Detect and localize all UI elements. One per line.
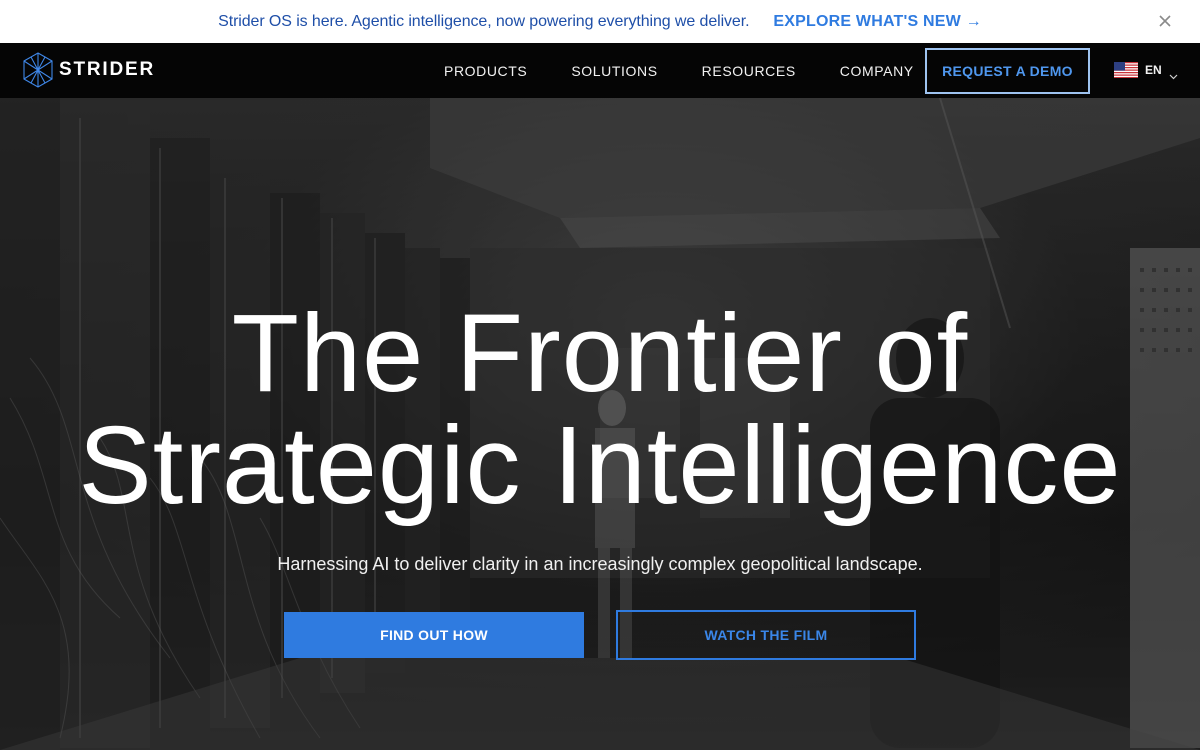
strider-logo[interactable]: STRIDER: [23, 52, 155, 88]
nav-links: PRODUCTS SOLUTIONS RESOURCES COMPANY: [444, 43, 958, 98]
headline-line-1: The Frontier of: [231, 292, 969, 415]
brand-name: STRIDER: [59, 59, 155, 80]
announcement-bar: Strider OS is here. Agentic intelligence…: [0, 0, 1200, 43]
hero-subheadline: Harnessing AI to deliver clarity in an i…: [277, 554, 923, 574]
hero-headline: The Frontier of Strategic Intelligence: [0, 298, 1200, 522]
nav-item-solutions[interactable]: SOLUTIONS: [571, 63, 657, 79]
chevron-down-icon: [1169, 67, 1178, 80]
hero-section: The Frontier of Strategic Intelligence H…: [0, 98, 1200, 750]
language-code: EN: [1145, 63, 1162, 77]
nav-item-products[interactable]: PRODUCTS: [444, 63, 527, 79]
close-icon[interactable]: [1156, 12, 1174, 30]
announcement-text: Strider OS is here. Agentic intelligence…: [218, 12, 750, 30]
main-navigation: STRIDER PRODUCTS SOLUTIONS RESOURCES COM…: [0, 43, 1200, 98]
strider-logo-icon: [23, 52, 53, 88]
language-selector[interactable]: EN: [1114, 62, 1178, 80]
find-out-how-button[interactable]: FIND OUT HOW: [284, 612, 584, 658]
headline-line-2: Strategic Intelligence: [78, 404, 1122, 527]
watch-the-film-button[interactable]: WATCH THE FILM: [616, 610, 916, 660]
us-flag-icon: [1114, 62, 1138, 78]
nav-item-resources[interactable]: RESOURCES: [702, 63, 796, 79]
explore-whats-new-link[interactable]: EXPLORE WHAT'S NEW →: [773, 13, 981, 31]
request-demo-button[interactable]: REQUEST A DEMO: [925, 48, 1090, 94]
nav-item-company[interactable]: COMPANY: [840, 63, 914, 79]
